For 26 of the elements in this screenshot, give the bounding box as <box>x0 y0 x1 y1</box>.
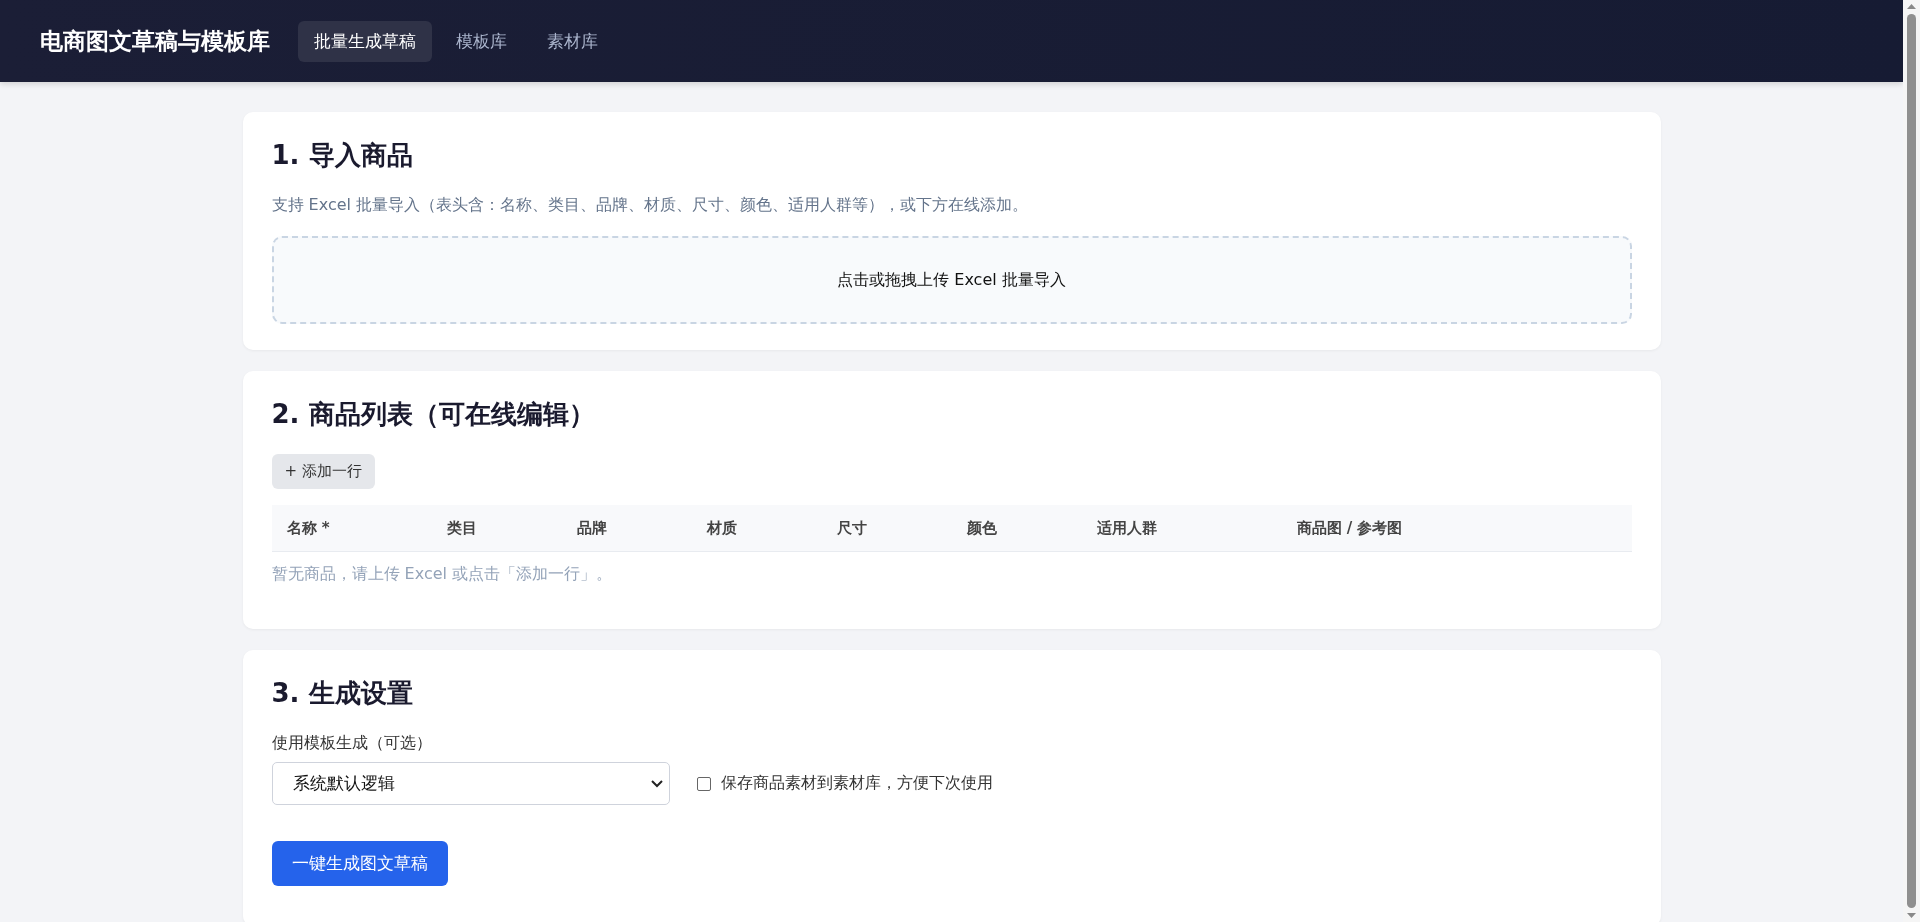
scrollbar-thumb[interactable] <box>1907 14 1916 908</box>
section-description: 支持 Excel 批量导入（表头含：名称、类目、品牌、材质、尺寸、颜色、适用人群等），或下方在线添加。 <box>271 195 1030 216</box>
column-header: 名称 * <box>286 518 331 538</box>
app-title: 电商图文草稿与模板库 <box>40 26 270 56</box>
generate-button[interactable]: 一键生成图文草稿 <box>271 841 448 886</box>
nav-tab[interactable]: 模板库 <box>440 20 523 62</box>
nav-tab[interactable]: 批量生成草稿 <box>298 20 432 62</box>
nav-tab[interactable]: 素材库 <box>531 20 614 62</box>
section-title: 1. 导入商品 <box>271 139 414 172</box>
checkbox[interactable] <box>696 776 711 791</box>
section-title: 2. 商品列表（可在线编辑） <box>271 398 596 431</box>
checkbox-label: 保存商品素材到素材库，方便下次使用 <box>720 773 993 794</box>
upload-dropzone[interactable]: 点击或拖拽上传 Excel 批量导入 <box>271 236 1632 324</box>
column-header: 适用人群 <box>1096 518 1158 538</box>
empty-message: 暂无商品，请上传 Excel 或点击「添加一行」。 <box>271 564 614 585</box>
column-header: 尺寸 <box>836 518 868 538</box>
add-row-button[interactable]: + 添加一行 <box>271 454 375 489</box>
field-label: 使用模板生成（可选） <box>271 733 433 754</box>
chevron-down-icon <box>650 779 663 788</box>
column-header: 材质 <box>706 518 738 538</box>
column-header: 类目 <box>446 518 478 538</box>
column-header: 品牌 <box>576 518 608 538</box>
section-title: 3. 生成设置 <box>271 677 414 710</box>
column-header: 商品图 / 参考图 <box>1296 518 1404 538</box>
template-select[interactable]: 系统默认逻辑 <box>271 762 670 805</box>
column-header: 颜色 <box>966 518 998 538</box>
